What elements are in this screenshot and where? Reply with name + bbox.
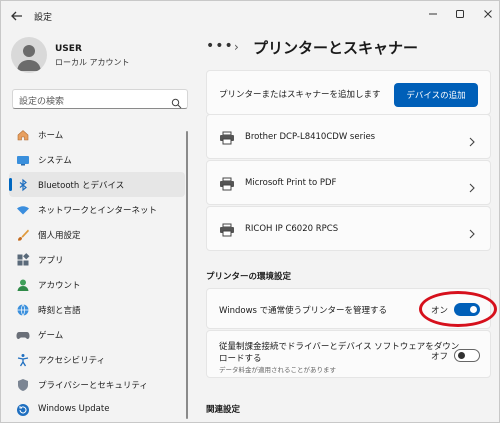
account-type: ローカル アカウント	[55, 58, 130, 67]
setting-label-line2: ロードする	[219, 354, 262, 364]
sidebar-item-apps[interactable]: アプリ	[9, 247, 185, 272]
sidebar-item-privacy[interactable]: プライバシーとセキュリティ	[9, 372, 185, 397]
chevron-right-icon	[468, 224, 476, 239]
printer-item[interactable]: Microsoft Print to PDF	[206, 160, 491, 205]
printer-item[interactable]: RICOH IP C6020 RPCS	[206, 206, 491, 251]
title-bar: 設定	[1, 1, 500, 31]
add-printer-card: プリンターまたはスキャナーを追加します デバイスの追加	[206, 70, 491, 115]
avatar	[11, 37, 47, 73]
sidebar-item-gaming[interactable]: ゲーム	[9, 322, 185, 347]
user-silhouette-icon	[17, 45, 41, 71]
chevron-right-icon: ›	[234, 40, 239, 54]
sidebar-item-label: プライバシーとセキュリティ	[38, 381, 148, 391]
sidebar-item-network[interactable]: ネットワークとインターネット	[9, 197, 185, 222]
gamepad-icon	[16, 327, 30, 341]
search-icon[interactable]	[171, 94, 182, 109]
metered-download-setting: 従量制課金接続でドライバーとデバイス ソフトウェアをダウン ロードする データ料…	[206, 330, 491, 378]
user-name: USER	[55, 44, 82, 54]
accessibility-icon	[16, 352, 30, 367]
add-printer-text: プリンターまたはスキャナーを追加します	[219, 90, 381, 100]
sidebar-item-label: ネットワークとインターネット	[38, 206, 158, 216]
printer-name: Brother DCP-L8410CDW series	[245, 132, 376, 142]
sidebar-item-system[interactable]: システム	[9, 147, 185, 172]
wifi-icon	[16, 202, 30, 216]
setting-label: Windows で通常使うプリンターを管理する	[219, 306, 387, 316]
settings-window: 設定 USER ローカル アカウント 設定の検索 ホーム システム Blueto…	[0, 0, 500, 423]
sidebar-item-windows-update[interactable]: Windows Update	[9, 397, 185, 422]
printer-item[interactable]: Brother DCP-L8410CDW series	[206, 114, 491, 159]
system-icon	[16, 152, 30, 166]
apps-icon	[16, 252, 30, 266]
sidebar-item-label: Windows Update	[38, 404, 110, 414]
minimize-icon[interactable]	[422, 5, 444, 23]
sidebar-scrollbar[interactable]	[186, 131, 188, 419]
app-title: 設定	[34, 13, 53, 23]
sidebar-item-bluetooth[interactable]: Bluetooth とデバイス	[9, 172, 185, 197]
update-icon	[16, 402, 30, 416]
printer-name: RICOH IP C6020 RPCS	[245, 224, 339, 234]
maximize-icon[interactable]	[449, 5, 471, 23]
sidebar-item-time-language[interactable]: 時刻と言語	[9, 297, 185, 322]
close-icon[interactable]	[477, 5, 499, 23]
printer-icon	[219, 222, 235, 237]
sidebar-item-label: ゲーム	[38, 331, 64, 341]
chevron-right-icon	[468, 178, 476, 193]
user-profile[interactable]: USER ローカル アカウント	[11, 37, 191, 75]
shield-icon	[16, 377, 30, 391]
sidebar-item-label: アクセシビリティ	[38, 356, 106, 366]
sidebar-item-label: ホーム	[38, 131, 64, 141]
setting-subtext: データ料金が適用されることがあります	[219, 366, 336, 374]
metered-download-toggle[interactable]	[454, 349, 480, 362]
sidebar-item-accounts[interactable]: アカウント	[9, 272, 185, 297]
sidebar-item-label: システム	[38, 156, 72, 166]
search-placeholder: 設定の検索	[19, 97, 65, 107]
section-title-related: 関連設定	[206, 405, 241, 415]
sidebar-item-label: 個人用設定	[38, 231, 81, 241]
setting-label-line1: 従量制課金接続でドライバーとデバイス ソフトウェアをダウン	[219, 342, 460, 352]
manage-default-toggle[interactable]	[454, 303, 480, 316]
sidebar-item-label: アプリ	[38, 256, 64, 266]
bluetooth-icon	[16, 177, 30, 192]
home-icon	[16, 127, 30, 141]
back-arrow-icon[interactable]	[9, 8, 25, 24]
toggle-state-label: オン	[431, 306, 449, 316]
printer-name: Microsoft Print to PDF	[245, 178, 337, 188]
sidebar-item-accessibility[interactable]: アクセシビリティ	[9, 347, 185, 372]
breadcrumb-more-button[interactable]: •••	[206, 38, 234, 54]
sidebar-item-label: アカウント	[38, 281, 81, 291]
section-title-preferences: プリンターの環境設定	[206, 272, 292, 282]
manage-default-printer-setting: Windows で通常使うプリンターを管理する オン	[206, 288, 491, 329]
account-icon	[16, 277, 30, 291]
toggle-state-label: オフ	[431, 352, 449, 362]
add-device-button[interactable]: デバイスの追加	[394, 83, 478, 107]
sidebar-item-home[interactable]: ホーム	[9, 122, 185, 147]
printer-icon	[219, 176, 235, 191]
sidebar-item-label: 時刻と言語	[38, 306, 81, 316]
sidebar-item-label: Bluetooth とデバイス	[38, 181, 125, 191]
printer-icon	[219, 130, 235, 145]
page-title: プリンターとスキャナー	[253, 39, 419, 57]
sidebar-item-personalization[interactable]: 個人用設定	[9, 222, 185, 247]
globe-icon	[16, 302, 30, 316]
sidebar-nav: ホーム システム Bluetooth とデバイス ネットワークとインターネット …	[9, 122, 185, 422]
brush-icon	[16, 227, 30, 241]
chevron-right-icon	[468, 132, 476, 147]
search-input[interactable]: 設定の検索	[12, 89, 188, 109]
